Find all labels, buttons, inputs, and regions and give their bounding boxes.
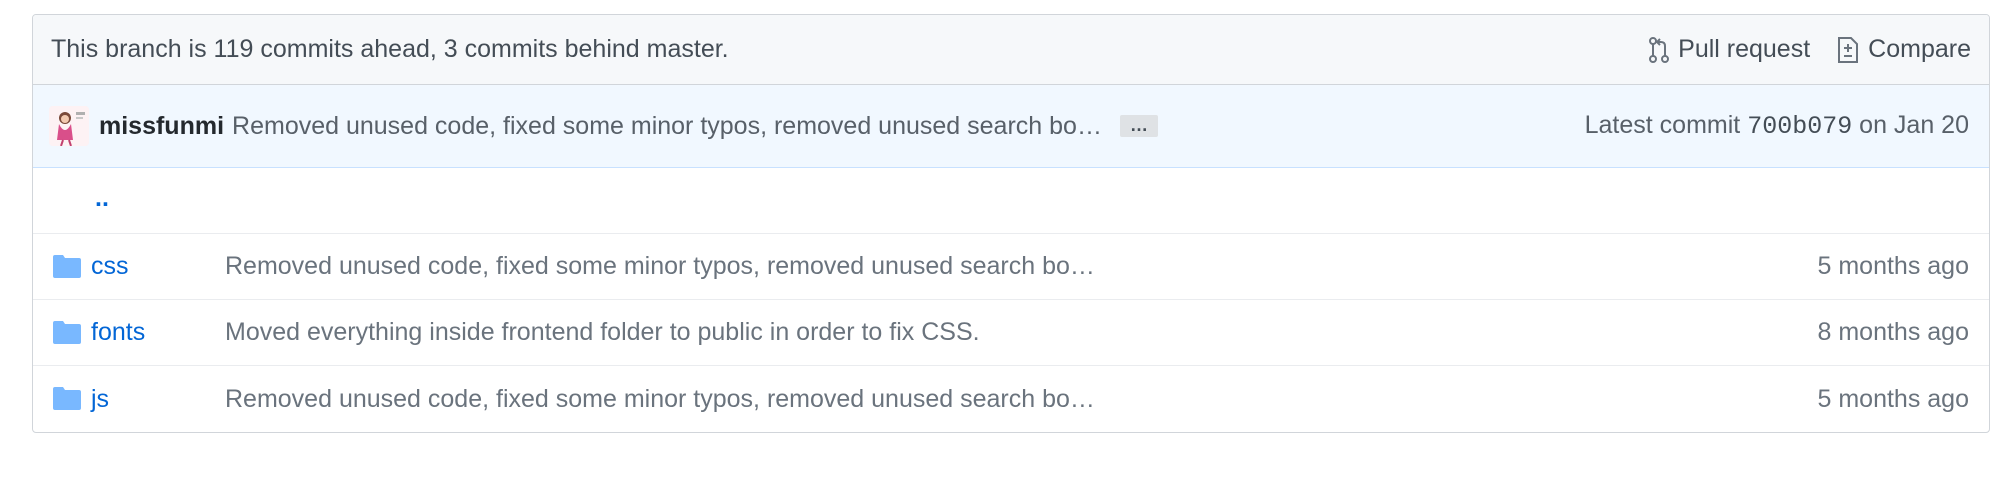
folder-icon (53, 320, 81, 351)
branch-status-text: This branch is 119 commits ahead, 3 comm… (51, 35, 729, 63)
file-name-link[interactable]: fonts (91, 318, 145, 347)
compare-button[interactable]: Compare (1836, 35, 1971, 65)
parent-directory-link[interactable]: .. (95, 184, 109, 213)
git-pull-request-icon (1648, 36, 1670, 64)
file-name-link[interactable]: css (91, 252, 129, 281)
folder-icon (53, 254, 81, 285)
file-commit-message[interactable]: Moved everything inside frontend folder … (225, 318, 980, 347)
table-row: fonts Moved everything inside frontend f… (33, 300, 1989, 366)
pull-request-label: Pull request (1678, 35, 1811, 63)
commit-summary: missfunmi Removed unused code, fixed som… (49, 106, 1158, 146)
branch-status-bar: This branch is 119 commits ahead, 3 comm… (33, 15, 1989, 85)
commit-message[interactable]: Removed unused code, fixed some minor ty… (232, 112, 1102, 141)
compare-label: Compare (1868, 35, 1971, 63)
branch-actions: Pull request Compare (1648, 35, 1971, 65)
folder-icon (53, 386, 81, 417)
diff-icon (1836, 35, 1860, 65)
file-commit-message[interactable]: Removed unused code, fixed some minor ty… (225, 385, 1095, 414)
table-row: css Removed unused code, fixed some mino… (33, 234, 1989, 300)
latest-commit-prefix: Latest commit (1584, 111, 1741, 139)
file-name-link[interactable]: js (91, 385, 109, 414)
pull-request-button[interactable]: Pull request (1648, 35, 1810, 64)
latest-commit-info: Latest commit 700b079 on Jan 20 (1585, 111, 1969, 141)
file-commit-message[interactable]: Removed unused code, fixed some minor ty… (225, 252, 1095, 281)
commit-author[interactable]: missfunmi (99, 112, 224, 141)
expand-commit-button[interactable]: … (1119, 115, 1158, 137)
file-age: 5 months ago (1817, 252, 1970, 280)
table-row: js Removed unused code, fixed some minor… (33, 366, 1989, 432)
parent-directory-row[interactable]: .. (33, 168, 1989, 234)
file-browser: This branch is 119 commits ahead, 3 comm… (32, 14, 1990, 433)
commit-date: on Jan 20 (1859, 111, 1969, 139)
file-age: 8 months ago (1817, 318, 1970, 346)
commit-sha[interactable]: 700b079 (1747, 112, 1852, 141)
latest-commit-bar: missfunmi Removed unused code, fixed som… (33, 85, 1989, 168)
file-age: 5 months ago (1817, 384, 1970, 413)
avatar[interactable] (49, 106, 89, 146)
